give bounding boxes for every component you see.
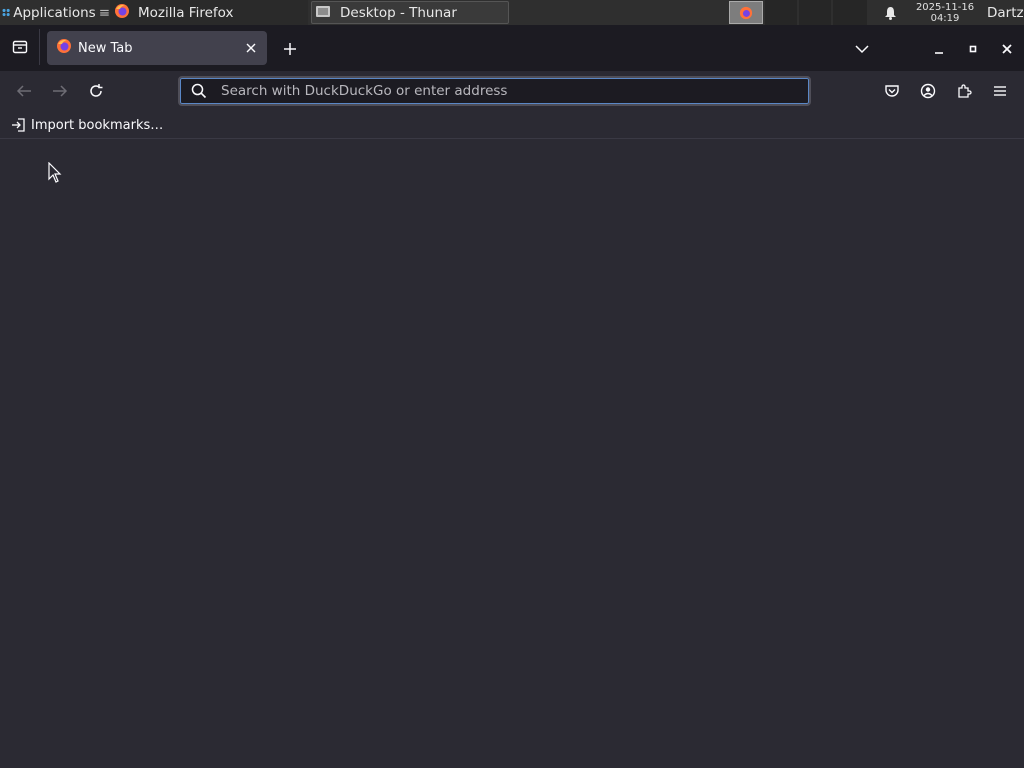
taskbar: Applications ≡ Mozilla Firefox Desktop - — [0, 0, 1024, 25]
menu-separator-icon: ≡ — [98, 4, 110, 21]
user-menu-button[interactable]: Dartz — [987, 0, 1024, 25]
list-all-tabs-button[interactable] — [848, 35, 876, 63]
user-name: Dartz — [987, 4, 1024, 21]
minimize-button[interactable] — [925, 35, 953, 63]
close-window-button[interactable] — [993, 35, 1021, 63]
forward-button[interactable] — [46, 77, 74, 105]
workspace-1-button[interactable] — [729, 1, 763, 24]
screen: Applications ≡ Mozilla Firefox Desktop - — [0, 0, 1024, 768]
new-tab-button[interactable] — [276, 35, 304, 63]
clock-date: 2025-11-16 — [915, 1, 975, 13]
workspace-3-button[interactable] — [799, 0, 831, 25]
search-icon — [191, 83, 207, 99]
chevron-down-icon — [855, 45, 869, 54]
pocket-icon — [885, 85, 899, 97]
workspace-2-button[interactable] — [765, 0, 797, 25]
address-bar[interactable] — [178, 76, 811, 106]
account-icon — [920, 83, 936, 99]
tab-strip: New Tab — [0, 25, 1024, 71]
taskbar-window-firefox[interactable]: Mozilla Firefox — [110, 0, 308, 25]
firefox-icon — [739, 6, 753, 19]
import-icon — [12, 118, 25, 132]
address-input[interactable] — [221, 83, 781, 99]
clock-time: 04:19 — [930, 12, 960, 24]
firefox-view-button[interactable] — [0, 29, 40, 65]
plus-icon — [284, 43, 296, 55]
bell-icon — [884, 6, 896, 20]
taskbar-window-title: Mozilla Firefox — [138, 4, 234, 21]
reload-button[interactable] — [82, 77, 110, 105]
applications-label: Applications — [13, 4, 96, 21]
arrow-right-icon — [53, 85, 68, 97]
minimize-icon — [935, 52, 943, 54]
taskbar-window-thunar[interactable]: Desktop - Thunar — [311, 1, 509, 24]
extensions-button[interactable] — [950, 77, 978, 105]
applications-menu-button[interactable]: Applications ≡ — [0, 0, 110, 25]
thunar-folder-icon — [316, 5, 330, 21]
reload-icon — [90, 84, 103, 97]
puzzle-icon — [958, 84, 972, 98]
close-tab-icon[interactable] — [241, 38, 261, 58]
navigation-toolbar — [0, 71, 1024, 111]
close-icon — [1002, 44, 1012, 54]
account-button[interactable] — [914, 77, 942, 105]
firefox-icon — [56, 38, 72, 58]
hamburger-menu-icon — [994, 86, 1006, 96]
maximize-icon — [969, 45, 977, 53]
import-bookmarks-button[interactable]: Import bookmarks… — [10, 115, 163, 135]
firefox-icon — [114, 3, 130, 23]
notifications-button[interactable] — [880, 0, 900, 25]
back-button[interactable] — [10, 77, 38, 105]
mouse-cursor-icon — [48, 162, 62, 183]
workspace-4-button[interactable] — [833, 0, 867, 25]
app-menu-button[interactable] — [986, 77, 1014, 105]
save-to-pocket-button[interactable] — [878, 77, 906, 105]
arrow-left-icon — [16, 85, 31, 97]
bookmarks-toolbar: Import bookmarks… — [0, 111, 1024, 139]
new-tab-page[interactable] — [0, 139, 1024, 768]
firefox-view-icon — [12, 40, 27, 54]
xfce-logo-icon — [2, 8, 10, 17]
clock[interactable]: 2025-11-16 04:19 — [908, 0, 982, 25]
tab-new-tab[interactable]: New Tab — [47, 31, 267, 65]
maximize-button[interactable] — [959, 35, 987, 63]
tab-title: New Tab — [78, 40, 133, 56]
import-bookmarks-label: Import bookmarks… — [31, 117, 164, 133]
taskbar-window-title: Desktop - Thunar — [340, 4, 457, 21]
